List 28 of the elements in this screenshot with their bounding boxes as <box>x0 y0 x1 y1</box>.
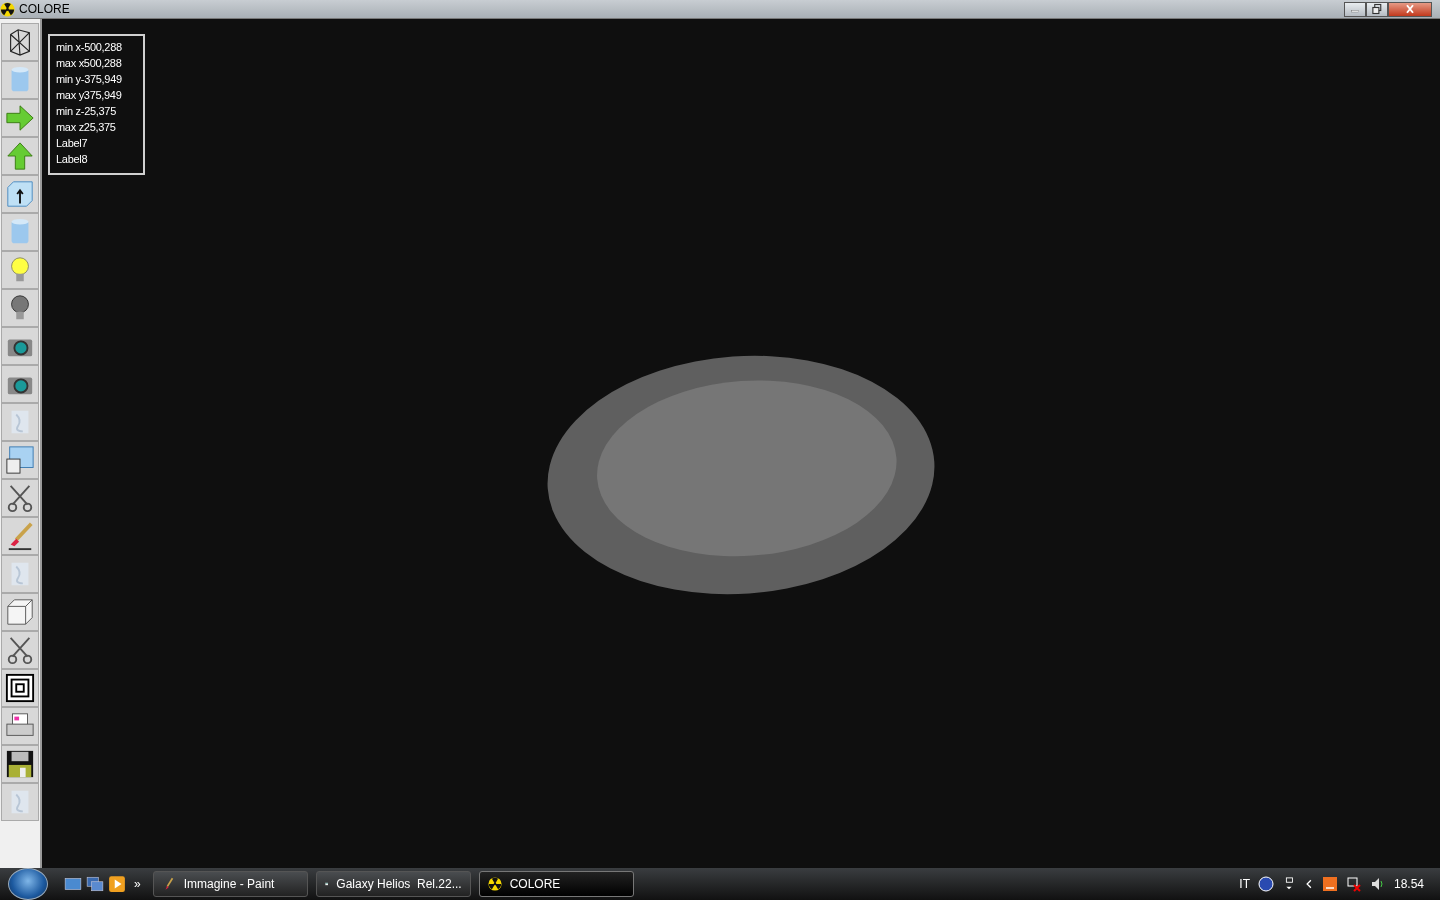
close-button[interactable] <box>1388 1 1432 17</box>
desktop-icon[interactable] <box>64 875 82 893</box>
language-indicator[interactable]: IT <box>1239 875 1250 893</box>
media-player-icon[interactable] <box>108 875 126 893</box>
clock[interactable]: 18.54 <box>1393 875 1424 893</box>
start-button[interactable] <box>8 868 48 900</box>
restore-button[interactable] <box>1366 1 1388 17</box>
taskbar-button[interactable]: Immagine - Paint <box>152 871 308 897</box>
info-label: max z25,375 <box>56 120 117 135</box>
info-label: min y-375,949 <box>56 72 123 87</box>
info-label: min x-500,288 <box>56 40 123 55</box>
info-label: min z-25,375 <box>56 104 117 119</box>
taskbar-button[interactable]: Galaxy Helios Rel.22... <box>315 871 471 897</box>
info-label: Label7 <box>56 136 89 151</box>
windows-switch-icon[interactable] <box>86 875 104 893</box>
info-label: max y375,949 <box>56 88 123 103</box>
speaker-icon[interactable] <box>1369 876 1386 892</box>
radiation-icon <box>487 877 502 891</box>
more-button[interactable]: » <box>134 875 141 893</box>
close-icon[interactable] <box>1404 3 1416 16</box>
info-label: Label8 <box>56 152 89 167</box>
radiation-icon <box>0 1 15 17</box>
restore-icon[interactable] <box>1371 3 1383 16</box>
info-label: max x500,288 <box>56 56 123 71</box>
window-title: COLORE <box>19 1 70 18</box>
taskbar-button[interactable]: COLORE <box>478 871 634 897</box>
network-error-icon[interactable] <box>1345 876 1362 892</box>
minimize-button[interactable] <box>1344 1 1366 17</box>
